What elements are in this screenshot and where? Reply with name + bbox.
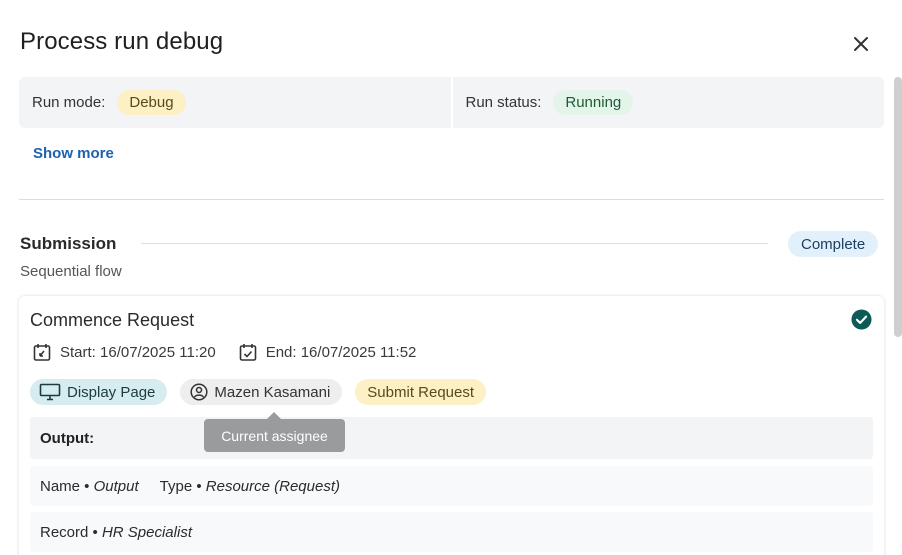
- end-date-text: End: 16/07/2025 11:52: [265, 343, 417, 361]
- name-field: Name • Output: [40, 477, 139, 495]
- type-value: Resource (Request): [205, 477, 340, 495]
- run-mode-badge: Debug: [117, 90, 186, 115]
- section-title: Submission: [20, 234, 117, 253]
- section-divider: [141, 243, 768, 244]
- record-field: Record • HR Specialist: [40, 523, 192, 541]
- page-title: Process run debug: [20, 28, 224, 55]
- check-circle-icon: [851, 309, 872, 330]
- section-status-badge: Complete: [788, 231, 879, 257]
- step-tags: Display Page Mazen Kasamani Submit Reque…: [30, 379, 499, 405]
- type-key: Type: [159, 477, 193, 495]
- output-row: Record • HR Specialist: [30, 512, 873, 552]
- run-mode-label: Run mode:: [32, 94, 106, 111]
- assignee-label: Mazen Kasamani: [214, 383, 331, 401]
- run-status-cell: Run status: Running: [450, 77, 885, 128]
- type-field: Type • Resource (Request): [159, 477, 340, 495]
- run-mode-cell: Run mode: Debug: [19, 77, 451, 128]
- action-tag: Submit Request: [355, 379, 487, 405]
- scrollbar[interactable]: [894, 77, 902, 337]
- show-more-link[interactable]: Show more: [33, 145, 114, 162]
- end-date: End: 16/07/2025 11:52: [238, 342, 417, 362]
- name-value: Output: [93, 477, 139, 495]
- section-subtitle: Sequential flow: [20, 263, 122, 280]
- run-status-badge: Running: [553, 90, 634, 115]
- calendar-start-icon: [33, 344, 51, 361]
- divider: [19, 199, 884, 200]
- step-dates: Start: 16/07/2025 11:20 End: 16/07/2025 …: [32, 342, 438, 362]
- record-key: Record: [40, 523, 89, 541]
- assignee-tooltip: Current assignee: [204, 412, 345, 452]
- display-page-tag: Display Page: [30, 379, 168, 405]
- name-key: Name: [40, 477, 81, 495]
- user-circle-icon: [190, 383, 208, 401]
- run-status-label: Run status:: [465, 94, 542, 111]
- step-card: Commence Request Start: 16/07/2025 11:20…: [19, 296, 884, 555]
- start-date: Start: 16/07/2025 11:20: [32, 342, 216, 362]
- close-button[interactable]: [848, 31, 874, 57]
- output-row: Name • Output Type • Resource (Request): [30, 466, 873, 506]
- output-header: Output:: [30, 417, 873, 459]
- display-page-label: Display Page: [67, 383, 156, 401]
- start-date-text: Start: 16/07/2025 11:20: [60, 343, 216, 361]
- close-icon: [854, 37, 868, 51]
- run-info-bar: Run mode: Debug Run status: Running: [19, 77, 884, 128]
- calendar-check-icon: [239, 344, 256, 361]
- step-title: Commence Request: [30, 310, 195, 330]
- assignee-tag[interactable]: Mazen Kasamani: [180, 379, 343, 405]
- record-value: HR Specialist: [101, 523, 192, 541]
- monitor-icon: [39, 383, 61, 401]
